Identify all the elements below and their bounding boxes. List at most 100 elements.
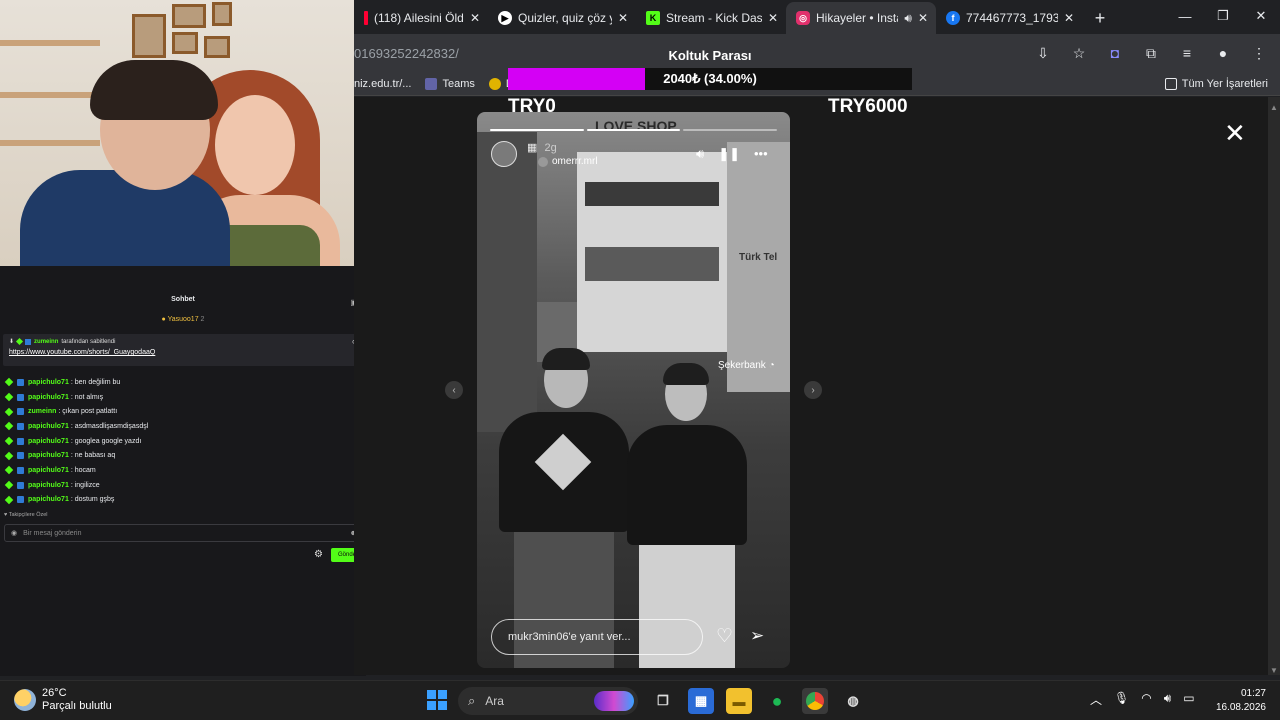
address-bar[interactable]: 01693252242832/ ⇩ ☆ ◘ ⧉ ≡ ● ⋮ (354, 34, 1280, 72)
badge-icon (4, 436, 14, 446)
share-send-icon[interactable]: ➢ (750, 626, 764, 646)
obs-icon[interactable]: ◍ (840, 688, 866, 714)
scroll-up-icon[interactable]: ▲ (1268, 103, 1280, 112)
tab-youtube[interactable]: (118) Ailesini Öldürüp ✕ (354, 2, 488, 34)
tab-title: Hikayeler • Instag (816, 11, 898, 25)
shelf (0, 140, 100, 146)
facebook-icon: f (946, 11, 960, 25)
chat-username[interactable]: papichulo71 (28, 379, 69, 386)
taskbar-search[interactable]: ⌕ Ara (458, 687, 638, 715)
wifi-icon[interactable]: ◠ (1141, 691, 1151, 708)
microphone-icon[interactable]: 🎙︎ (1114, 691, 1129, 708)
task-view-icon[interactable]: ❐ (650, 688, 676, 714)
tab-quiz[interactable]: ▶ Quizler, quiz çöz ya d ✕ (488, 2, 636, 34)
volume-icon[interactable]: 🔊︎ (696, 146, 704, 162)
all-bookmarks[interactable]: Tüm Yer İşaretleri (1164, 77, 1268, 90)
badge-icon (4, 392, 14, 402)
chat-username[interactable]: papichulo71 (28, 467, 69, 474)
profile-icon[interactable]: ● (1212, 42, 1234, 64)
emote-icon[interactable]: ◉ (11, 529, 17, 537)
new-tab-button[interactable]: + (1086, 4, 1114, 32)
mod-badge-icon (17, 422, 24, 430)
close-window-icon[interactable]: ✕ (1242, 0, 1280, 32)
story-avatar-wrap[interactable] (491, 141, 517, 167)
battery-icon[interactable]: ▭ (1183, 691, 1194, 708)
weather-widget[interactable]: 26°C Parçalı bulutlu (14, 687, 112, 713)
close-tab-icon[interactable]: ✕ (1064, 11, 1074, 25)
menu-icon[interactable]: ⋮ (1248, 42, 1270, 64)
story-media[interactable]: LOVE SHOP Türk Tel (477, 112, 790, 668)
store-icon[interactable]: ▦ (688, 688, 714, 714)
chat-text: ne babası aq (74, 452, 116, 460)
tab-instagram[interactable]: ◎ Hikayeler • Instag 🔊︎ ✕ (786, 2, 936, 34)
bookmark-site-icon (488, 77, 501, 90)
previous-story-button[interactable]: ‹ (445, 381, 463, 399)
close-tab-icon[interactable]: ✕ (618, 11, 628, 25)
follower-only-notice: ♥ Takipçilere Özel (4, 512, 48, 518)
building (727, 142, 790, 392)
bookmark-label: Teams (442, 77, 475, 90)
clock[interactable]: 01:27 16.08.2026 (1206, 687, 1266, 715)
chat-username[interactable]: papichulo71 (28, 438, 69, 445)
pinned-link[interactable]: https://www.youtube.com/shorts/_Guaygoda… (9, 349, 357, 356)
grid-icon: ▦ (527, 142, 538, 154)
mod-badge-icon (25, 338, 32, 345)
reply-input[interactable]: mukr3min06'e yanıt ver... (491, 619, 703, 655)
extension-shield-icon[interactable]: ◘ (1104, 42, 1126, 64)
chat-message: papichulo71: ne babası aq (4, 448, 361, 463)
close-tab-icon[interactable]: ✕ (918, 11, 928, 25)
chat-username[interactable]: papichulo71 (28, 496, 69, 503)
story-username-row[interactable]: omerrr.mrl (538, 156, 598, 167)
spotify-icon[interactable]: ● (764, 688, 790, 714)
badge-icon (15, 337, 24, 346)
pinned-header: ⬇ zumeinn tarafından sabitlendi (9, 337, 357, 346)
avatar[interactable] (491, 141, 517, 167)
bookmark-item[interactable]: Teams (425, 77, 475, 90)
chrome-icon[interactable] (802, 688, 828, 714)
toolbar-icons: ⇩ ☆ ◘ ⧉ ≡ ● ⋮ (1032, 42, 1270, 64)
reply-placeholder: mukr3min06'e yanıt ver... (508, 631, 631, 643)
mod-badge-icon (17, 378, 24, 386)
chat-username[interactable]: papichulo71 (28, 482, 69, 489)
chat-messages: papichulo71: ben değilim bu papichulo71:… (4, 375, 361, 507)
clock-time: 01:27 (1240, 688, 1266, 699)
goal-min-label: TRY0 (508, 96, 556, 117)
close-tab-icon[interactable]: ✕ (470, 11, 480, 25)
close-story-button[interactable]: ✕ (1224, 118, 1246, 149)
close-tab-icon[interactable]: ✕ (768, 11, 778, 25)
restore-icon[interactable]: ❐ (1204, 0, 1242, 32)
speaker-icon[interactable]: 🔊︎ (904, 11, 912, 26)
scrollbar[interactable]: ▲ ▼ (1268, 97, 1280, 675)
next-story-button[interactable]: › (804, 381, 822, 399)
chat-message: papichulo71: ingilizce (4, 478, 361, 493)
tab-kick[interactable]: K Stream - Kick Dashbo ✕ (636, 2, 786, 34)
more-options-icon[interactable]: ••• (754, 146, 768, 162)
file-explorer-icon[interactable]: ▬ (726, 688, 752, 714)
scroll-down-icon[interactable]: ▼ (1268, 666, 1280, 675)
extensions-icon[interactable]: ⧉ (1140, 42, 1162, 64)
story-progress (490, 129, 778, 131)
chat-username[interactable]: papichulo71 (28, 423, 69, 430)
tab-facebook[interactable]: f 774467773_1793962 ✕ (936, 2, 1082, 34)
bookmark-star-icon[interactable]: ☆ (1068, 42, 1090, 64)
gear-icon[interactable]: ⚙ (314, 549, 323, 560)
volume-icon[interactable]: 🔊︎ (1164, 691, 1172, 708)
minimize-icon[interactable]: — (1166, 0, 1204, 32)
chat-username[interactable]: papichulo71 (28, 452, 69, 459)
install-icon[interactable]: ⇩ (1032, 42, 1054, 64)
pause-icon[interactable]: ❚❚ (718, 146, 740, 162)
media-control-icon[interactable]: ≡ (1176, 42, 1198, 64)
chat-username[interactable]: papichulo71 (28, 394, 69, 401)
like-heart-icon[interactable]: ♡ (716, 625, 733, 648)
story-username[interactable]: omerrr.mrl (552, 156, 598, 167)
mod-badge-icon (17, 452, 24, 460)
weather-text: 26°C Parçalı bulutlu (42, 687, 112, 713)
url-text[interactable]: 01693252242832/ (354, 46, 459, 61)
chevron-up-icon[interactable]: ︿ (1090, 691, 1102, 708)
chat-input[interactable]: ◉ Bir mesaj gönderin ☻ (4, 524, 364, 542)
windows-start-icon[interactable] (427, 690, 447, 710)
bookmark-item[interactable]: niz.edu.tr/... (354, 78, 411, 90)
picture-frame (212, 2, 232, 26)
chat-username[interactable]: zumeinn (28, 408, 56, 415)
love-shop-sign: LOVE SHOP (595, 118, 677, 134)
